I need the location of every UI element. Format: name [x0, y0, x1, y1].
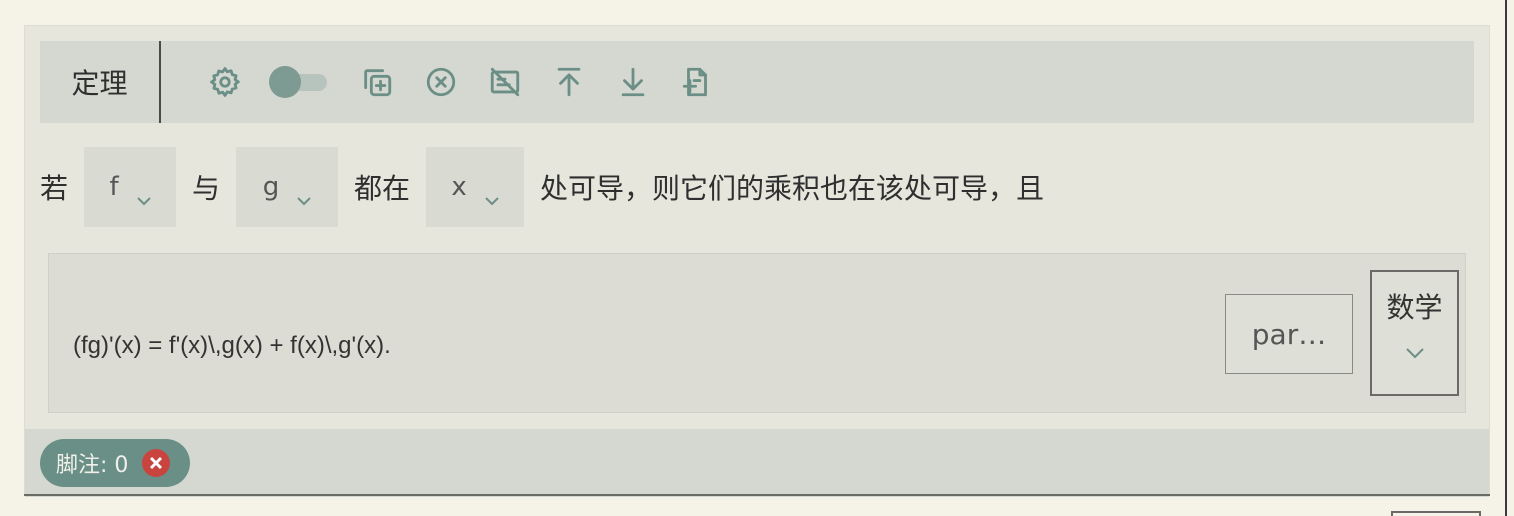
- move-down-icon[interactable]: [615, 64, 651, 100]
- footnote-bar: 脚注: 0: [25, 429, 1489, 497]
- chevron-down-icon: [297, 183, 311, 206]
- block-toolbar: 定理: [40, 41, 1474, 123]
- sentence-text-3: 都在: [354, 172, 411, 205]
- formula-source[interactable]: (fg)'(x) = f'(x)\,g(x) + f(x)\,g'(x).: [73, 332, 391, 360]
- remove-icon[interactable]: [423, 64, 459, 100]
- sentence-text-2: 与: [192, 172, 221, 205]
- select-value: x: [451, 172, 467, 202]
- math-type-select[interactable]: 数学: [1370, 270, 1459, 396]
- block-title: 定理: [40, 41, 161, 123]
- toggle-knob: [269, 66, 301, 98]
- select-value: g: [262, 172, 280, 202]
- function-select-f[interactable]: f: [84, 147, 177, 227]
- mode-toggle[interactable]: [269, 64, 329, 100]
- par-button[interactable]: par…: [1225, 294, 1353, 374]
- function-select-g[interactable]: g: [236, 147, 339, 227]
- sentence-text-4: 处可导，则它们的乘积也在该处可导，且: [540, 172, 1045, 205]
- footnote-badge[interactable]: 脚注: 0: [40, 439, 190, 487]
- chevron-down-icon: [485, 183, 499, 206]
- right-border: [1505, 0, 1507, 516]
- footnote-label: 脚注: 0: [56, 453, 129, 478]
- variable-select-x[interactable]: x: [426, 147, 525, 227]
- move-up-icon[interactable]: [551, 64, 587, 100]
- sentence-text-1: 若: [40, 172, 69, 205]
- theorem-sentence: 若 f 与 g 都在 x 处可导，则它们的乘积也在该处可导，且: [40, 146, 1044, 228]
- duplicate-icon[interactable]: [359, 64, 395, 100]
- chevron-down-icon: [1405, 344, 1425, 363]
- next-block-control[interactable]: [1391, 511, 1481, 516]
- math-type-label: 数学: [1386, 291, 1443, 324]
- select-value: f: [109, 172, 119, 202]
- insert-file-icon[interactable]: [679, 64, 715, 100]
- block-divider: [24, 494, 1490, 496]
- hide-caption-icon[interactable]: [487, 64, 523, 100]
- page: 定理 若 f 与 g 都在 x 处可导，则它们的乘积也在该处可导，且 (fg)'…: [0, 0, 1514, 516]
- close-icon[interactable]: [142, 449, 171, 477]
- theorem-block: 定理 若 f 与 g 都在 x 处可导，则它们的乘积也在该处可导，且 (fg)'…: [24, 25, 1490, 497]
- gear-icon[interactable]: [207, 64, 243, 100]
- chevron-down-icon: [136, 183, 151, 206]
- math-block: (fg)'(x) = f'(x)\,g(x) + f(x)\,g'(x). pa…: [48, 253, 1466, 413]
- toolbar-icons: [207, 64, 715, 100]
